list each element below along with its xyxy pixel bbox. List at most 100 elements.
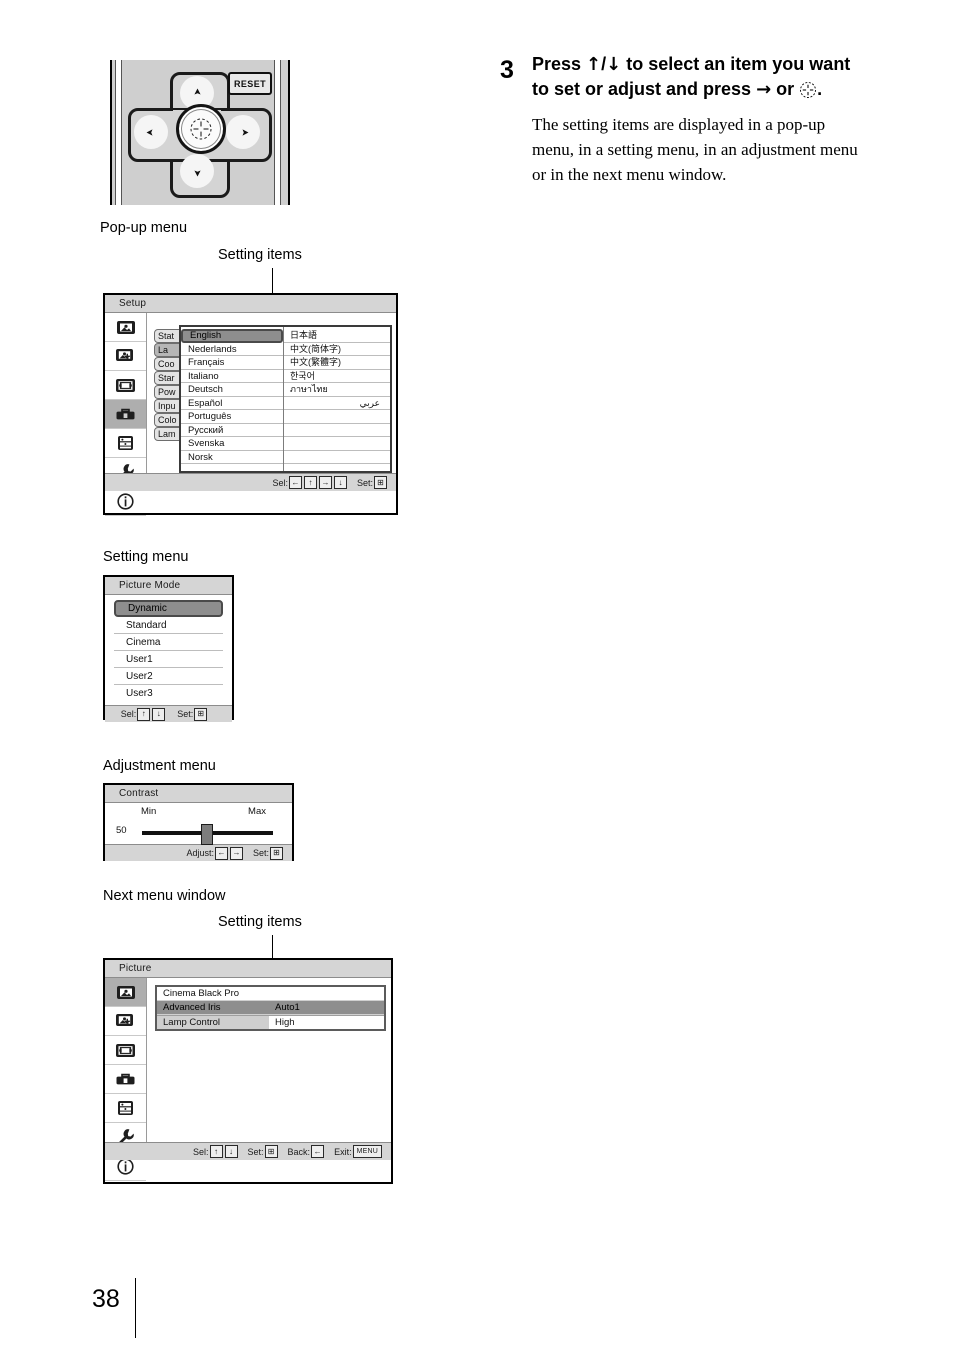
step-number: 3 [500,56,514,84]
next-set-hint: Set: ⊞ [248,1145,279,1158]
key-menu-icon: MENU [352,1145,382,1158]
arrow-down-icon: ↓ [606,54,622,75]
setting-sel-hint: Sel: ↑ ↓ [121,707,167,721]
popup-menu-osd: Setup Stat La Coo Star Pow Inpu Colo Lam… [103,293,398,516]
function-list-icon[interactable] [105,429,146,458]
language-option[interactable]: Deutsch [181,383,284,397]
key-enter-icon: ⊞ [194,707,208,721]
remote-edge-right [274,60,281,205]
row-value: High [275,1017,295,1028]
screen-icon[interactable] [105,1036,146,1065]
language-option[interactable]: Italiano [181,370,284,383]
key-up-icon: ↑ [209,1145,223,1158]
enter-button-icon[interactable] [176,104,226,154]
adjustment-menu-footer: Adjust: ← → Set: ⊞ [105,844,292,861]
popup-set-hint: Set: ⊞ [357,476,388,489]
caption-setting-items-popup: Setting items [218,247,302,263]
picture-adjust-icon[interactable] [105,1007,146,1036]
language-option[interactable]: Nederlands [181,343,284,356]
language-option[interactable]: Español [181,397,284,410]
adjustment-adjust-hint: Adjust: ← → [186,846,244,860]
language-option[interactable]: عربي [284,397,390,410]
setup-toolbox-icon[interactable] [105,400,146,429]
adjustment-min-label: Min [141,806,157,817]
arrow-down-icon[interactable] [180,154,214,188]
row-label: Advanced Iris [163,1002,221,1013]
setup-toolbox-icon[interactable] [105,1065,146,1094]
next-set-label: Set: [247,1146,264,1157]
language-option[interactable]: 中文(繁體字) [284,356,390,370]
step-heading-or: or [771,79,800,99]
key-enter-icon: ⊞ [264,1145,278,1158]
next-back-hint: Back: ← [288,1145,326,1158]
setting-option[interactable]: Standard [114,617,223,634]
setting-option[interactable]: User2 [114,668,223,685]
information-icon[interactable] [105,487,146,516]
page-number: 38 [92,1285,120,1313]
reset-button[interactable]: RESET [228,72,272,95]
key-left-icon: ← [288,476,302,489]
language-column-right: 日本語 中文(简体字) 中文(繁體字) 한국어 ภาษาไทย عربي [284,327,390,471]
enter-button-icon [799,81,817,99]
next-back-label: Back: [287,1146,311,1157]
pointer-line-popup [272,268,273,294]
language-option[interactable]: Русский [181,424,284,437]
next-menu-sidebar [105,978,147,1181]
setting-option[interactable]: Dynamic [114,600,223,617]
adjustment-slider-knob[interactable] [201,824,213,845]
next-exit-hint: Exit: MENU [334,1145,383,1158]
caption-setting-menu: Setting menu [103,549,189,565]
next-menu-footer: Sel: ↑ ↓ Set: ⊞ Back: ← Exit: MENU [105,1142,391,1160]
language-option[interactable]: 日本語 [284,329,390,343]
language-option-empty [284,424,390,437]
step-heading-part1: Press [532,54,587,74]
key-enter-icon: ⊞ [374,476,387,489]
adjustment-max-label: Max [248,806,266,817]
arrow-left-icon[interactable] [134,115,168,149]
caption-adjustment-menu: Adjustment menu [103,758,216,774]
popup-set-label: Set: [356,477,373,488]
step-heading-end: . [817,79,823,99]
language-option[interactable]: Norsk [181,451,284,464]
setting-option[interactable]: User1 [114,651,223,668]
language-option[interactable]: Français [181,356,284,370]
setting-option[interactable]: Cinema [114,634,223,651]
language-option[interactable]: 한국어 [284,370,390,383]
pointer-line-next [272,935,273,959]
popup-sel-label: Sel: [272,477,288,488]
caption-setting-items-next: Setting items [218,914,302,930]
setting-set-label: Set: [177,709,194,719]
arrow-right-icon[interactable] [226,115,260,149]
key-right-icon: → [229,846,243,860]
key-down-icon: ↓ [152,707,166,721]
key-enter-icon: ⊞ [270,846,283,860]
language-option[interactable]: Português [181,410,284,424]
picture-icon[interactable] [105,978,146,1007]
row-label: Lamp Control [157,1016,269,1029]
row-value [269,987,384,1000]
function-list-icon[interactable] [105,1094,146,1123]
table-row[interactable]: Advanced Iris Auto1 [157,1001,384,1015]
language-option[interactable]: ภาษาไทย [284,383,390,397]
key-up-icon: ↑ [137,707,151,721]
table-row[interactable]: Cinema Black Pro [157,987,384,1001]
language-option-empty [284,410,390,424]
language-option[interactable]: 中文(简体字) [284,343,390,356]
step-heading: Press ↑/↓ to select an item you want to … [532,52,870,102]
table-row[interactable]: Lamp Control High [157,1015,384,1029]
popup-menu-footer: Sel: ← ↑ → ↓ Set: ⊞ [105,473,396,491]
language-option[interactable]: Svenska [181,437,284,451]
row-label: Cinema Black Pro [163,988,240,999]
picture-adjust-icon[interactable] [105,342,146,371]
popup-menu-title: Setup [105,295,396,313]
picture-icon[interactable] [105,313,146,342]
language-option-empty [284,451,390,464]
step-body-text: The setting items are displayed in a pop… [532,115,858,184]
language-option[interactable]: English [181,329,284,343]
arrow-up-icon: ↑ [586,54,602,75]
next-sel-hint: Sel: ↑ ↓ [193,1145,239,1158]
key-left-icon: ← [214,846,228,860]
next-menu-rows: Cinema Black Pro Advanced Iris Auto1 Lam… [155,985,386,1031]
setting-option[interactable]: User3 [114,685,223,702]
screen-icon[interactable] [105,371,146,400]
